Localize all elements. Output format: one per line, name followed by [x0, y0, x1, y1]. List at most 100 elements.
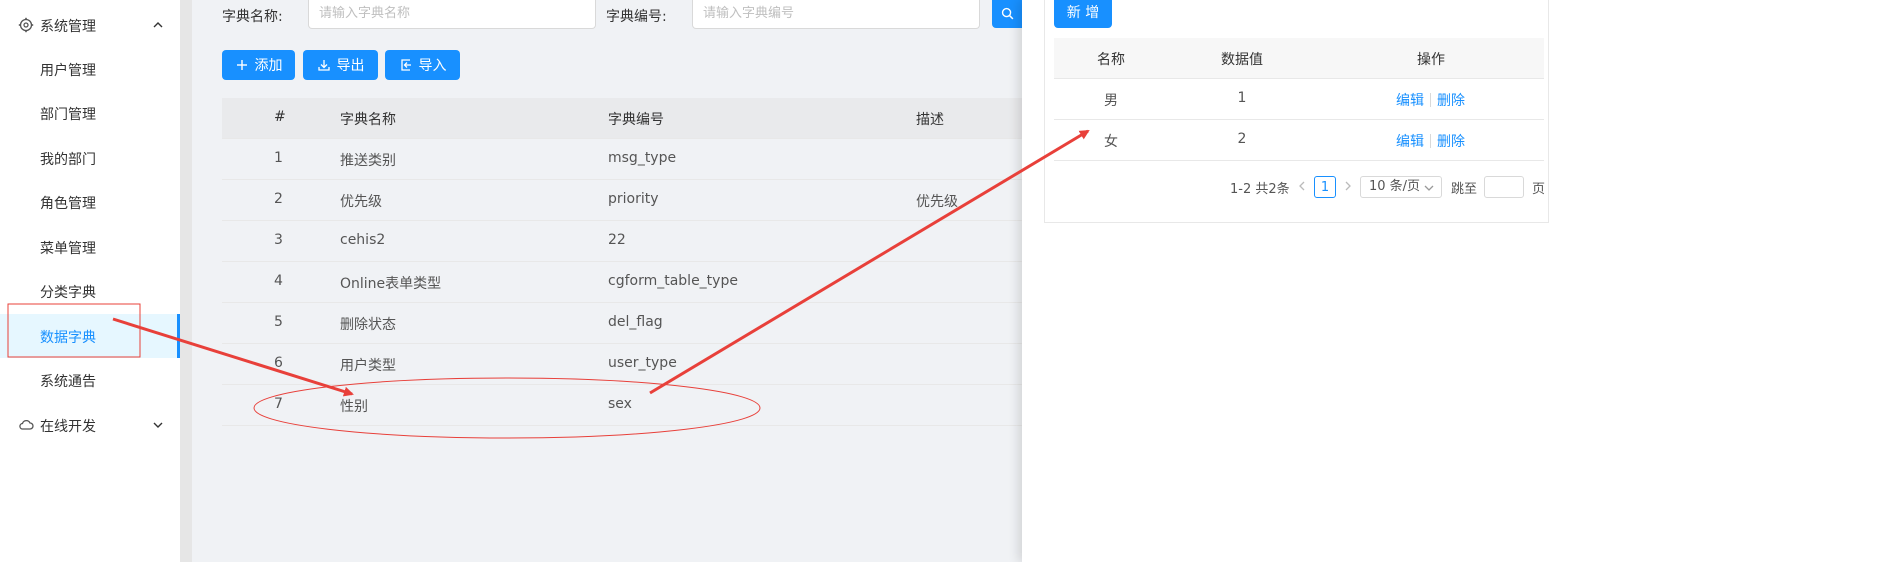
search-button[interactable] — [992, 0, 1022, 28]
cell-name: 删除状态 — [340, 317, 396, 333]
dict-code-input-wrap[interactable] — [692, 0, 980, 29]
sidebar-item-category-dict[interactable]: 分类字典 — [0, 269, 180, 313]
plus-icon — [236, 60, 247, 70]
table-row[interactable]: 6 用户类型 user_type — [222, 344, 1022, 385]
import-button-label: 导入 — [418, 58, 447, 74]
download-icon — [317, 60, 330, 71]
dict-name-input-wrap[interactable] — [308, 0, 596, 29]
table-row[interactable]: 7 性别 sex — [222, 385, 1022, 426]
import-button[interactable]: 导入 — [385, 50, 460, 80]
cell-index: 1 — [274, 150, 283, 166]
column-header-desc[interactable]: 描述 — [916, 109, 944, 129]
action-divider — [1430, 93, 1431, 107]
sidebar: 系统管理 用户管理 部门管理 我的部门 角色管理 菜单管理 分类字典 数据字典 … — [0, 0, 180, 562]
sidebar-scrollbar[interactable] — [180, 0, 192, 562]
cell-index: 7 — [274, 396, 283, 412]
cell-desc: 优先级 — [916, 194, 958, 210]
cell-code: sex — [608, 396, 632, 412]
column-header-item-name: 名称 — [1097, 52, 1125, 68]
cell-name: 推送类别 — [340, 153, 396, 169]
cell-name: 优先级 — [340, 194, 382, 210]
chevron-down-icon — [1424, 185, 1434, 191]
cell-code: msg_type — [608, 150, 677, 166]
sidebar-item-label: 用户管理 — [40, 63, 96, 79]
chevron-right-icon[interactable] — [1342, 180, 1354, 192]
delete-link[interactable]: 删除 — [1437, 131, 1465, 151]
items-table-header: 名称 数据值 操作 — [1054, 38, 1544, 79]
sidebar-group-online-dev[interactable]: 在线开发 — [0, 403, 180, 447]
cell-item-name: 男 — [1104, 93, 1118, 109]
table-row[interactable]: 3 cehis2 22 — [222, 221, 1022, 262]
cell-code: priority — [608, 191, 659, 207]
page-label: 页 — [1532, 182, 1546, 197]
column-header-actions: 操作 — [1417, 52, 1445, 68]
edit-link[interactable]: 编辑 — [1396, 131, 1424, 151]
column-header-index: # — [274, 109, 286, 125]
chevron-left-icon[interactable] — [1296, 180, 1308, 192]
table-row: 男 1 编辑 删除 — [1054, 79, 1544, 120]
cell-index: 6 — [274, 355, 283, 371]
sidebar-group-label: 系统管理 — [40, 19, 96, 35]
sidebar-item-departments[interactable]: 部门管理 — [0, 91, 180, 135]
pagination-current-page[interactable]: 1 — [1314, 176, 1336, 198]
sidebar-item-label: 系统通告 — [40, 374, 96, 390]
table-row: 女 2 编辑 删除 — [1054, 120, 1544, 161]
add-button[interactable]: 添加 — [222, 50, 295, 80]
column-header-name[interactable]: 字典名称 — [340, 109, 396, 129]
sidebar-item-label: 部门管理 — [40, 107, 96, 123]
import-icon — [400, 59, 411, 71]
column-header-code[interactable]: 字典编号 — [608, 109, 664, 129]
table-row[interactable]: 2 优先级 priority 优先级 — [222, 180, 1022, 221]
sidebar-item-label: 数据字典 — [40, 330, 96, 346]
sidebar-item-users[interactable]: 用户管理 — [0, 47, 180, 91]
jump-label: 跳至 — [1451, 182, 1478, 197]
cell-code: user_type — [608, 355, 677, 371]
dict-code-label: 字典编号: — [606, 9, 667, 25]
dict-items-table: 名称 数据值 操作 男 1 编辑 删除 女 2 编辑 删除 — [1054, 38, 1544, 161]
chevron-up-icon — [153, 22, 163, 28]
column-header-item-value: 数据值 — [1221, 52, 1263, 68]
table-header: # 字典名称 字典编号 描述 — [222, 98, 1022, 139]
dict-items-drawer: 新 增 名称 数据值 操作 男 1 编辑 删除 女 2 编辑 删除 1-2 共2… — [1022, 0, 1903, 562]
cell-code: cgform_table_type — [608, 273, 738, 289]
search-icon — [1001, 7, 1014, 20]
page-size-select[interactable]: 10 条/页 — [1360, 176, 1442, 198]
table-row[interactable]: 4 Online表单类型 cgform_table_type — [222, 262, 1022, 303]
add-button-label: 添加 — [254, 58, 283, 74]
cell-index: 2 — [274, 191, 283, 207]
cell-name: 性别 — [340, 399, 368, 415]
cell-index: 4 — [274, 273, 283, 289]
cell-index: 3 — [274, 232, 283, 248]
cell-name: 用户类型 — [340, 358, 396, 374]
export-button-label: 导出 — [336, 58, 365, 74]
sidebar-group-system[interactable]: 系统管理 — [0, 3, 180, 47]
dict-table: # 字典名称 字典编号 描述 1 推送类别 msg_type 2 优先级 pri… — [222, 98, 1022, 426]
cell-item-value: 1 — [1237, 90, 1247, 106]
main-content: 字典名称: 字典编号: 添加 导出 导入 # 字典名称 字典编号 描述 1 推送… — [192, 0, 1022, 562]
sidebar-item-announcements[interactable]: 系统通告 — [0, 358, 180, 402]
cell-item-name: 女 — [1104, 134, 1118, 150]
cell-index: 5 — [274, 314, 283, 330]
sidebar-item-roles[interactable]: 角色管理 — [0, 180, 180, 224]
gear-icon — [18, 17, 34, 33]
dict-name-input[interactable] — [309, 0, 595, 26]
edit-link[interactable]: 编辑 — [1396, 90, 1424, 110]
sidebar-item-menus[interactable]: 菜单管理 — [0, 225, 180, 269]
dict-name-label: 字典名称: — [222, 9, 283, 25]
cell-code: del_flag — [608, 314, 663, 330]
export-button[interactable]: 导出 — [303, 50, 378, 80]
sidebar-item-my-department[interactable]: 我的部门 — [0, 136, 180, 180]
new-item-button[interactable]: 新 增 — [1054, 0, 1112, 28]
table-row[interactable]: 1 推送类别 msg_type — [222, 139, 1022, 180]
cell-name: cehis2 — [340, 232, 386, 248]
sidebar-item-label: 菜单管理 — [40, 241, 96, 257]
table-row[interactable]: 5 删除状态 del_flag — [222, 303, 1022, 344]
dict-code-input[interactable] — [693, 0, 979, 26]
sidebar-item-label: 角色管理 — [40, 196, 96, 212]
delete-link[interactable]: 删除 — [1437, 90, 1465, 110]
chevron-down-icon — [153, 422, 163, 428]
sidebar-item-label: 分类字典 — [40, 285, 96, 301]
jump-page-input[interactable] — [1484, 176, 1524, 198]
cell-item-value: 2 — [1237, 131, 1247, 147]
sidebar-item-data-dict[interactable]: 数据字典 — [0, 314, 180, 358]
